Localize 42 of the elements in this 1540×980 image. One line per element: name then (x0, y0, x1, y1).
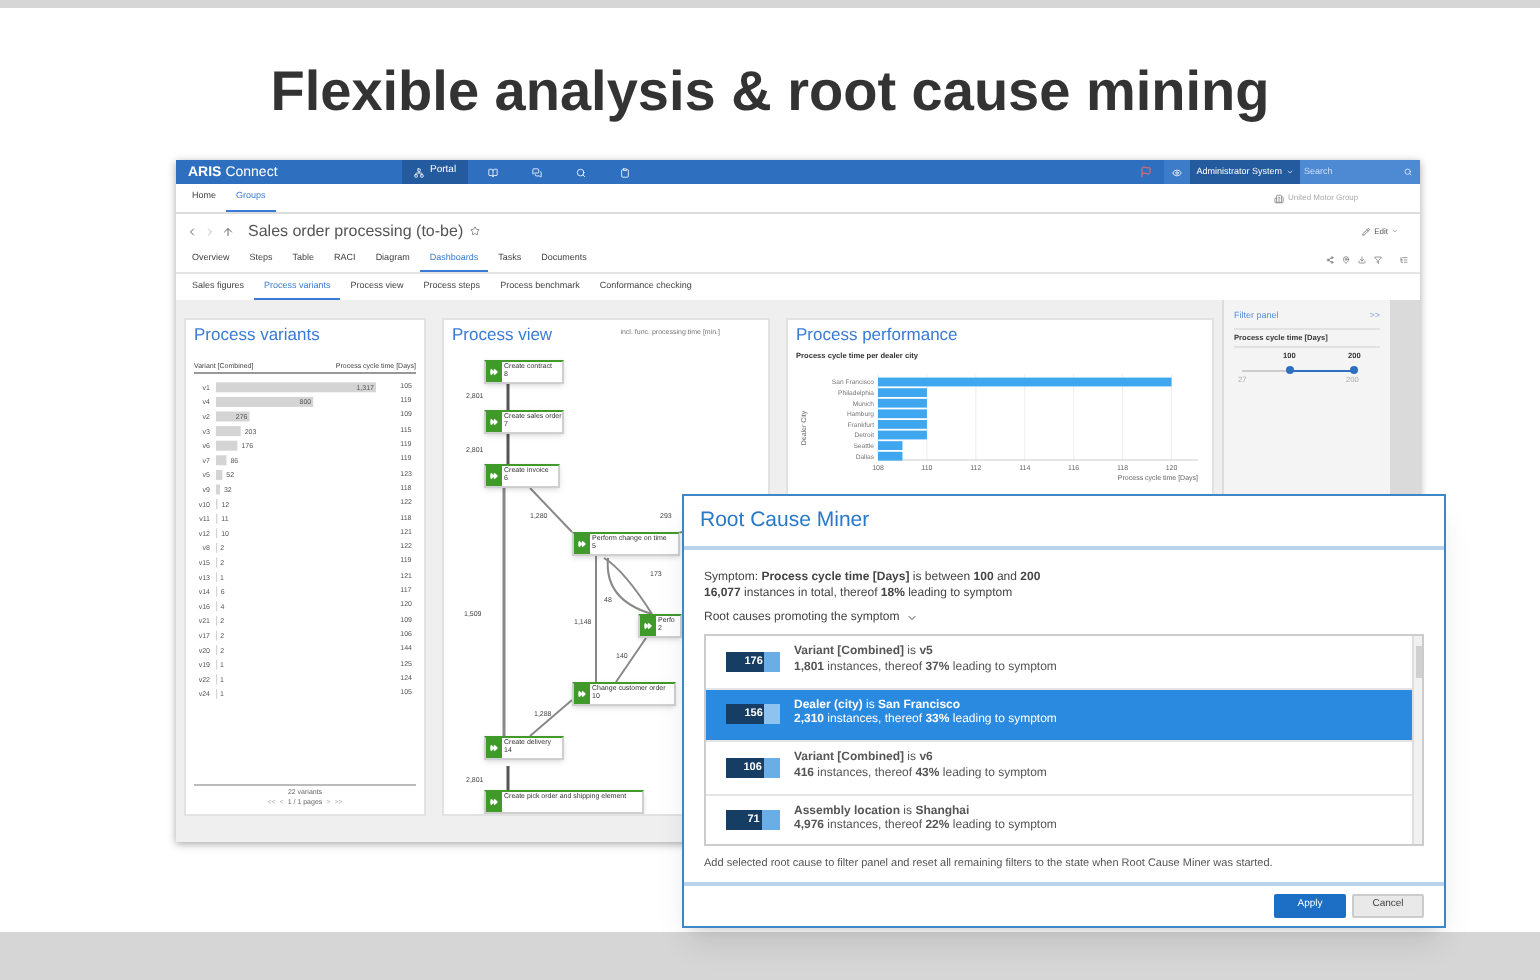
download-icon[interactable] (1358, 256, 1366, 264)
step-icon (490, 472, 498, 480)
up-icon[interactable] (222, 225, 234, 237)
pencil-icon (1362, 227, 1371, 235)
search-icon[interactable] (576, 167, 587, 177)
chart-bar (216, 455, 227, 466)
step-icon (490, 798, 498, 806)
step-icon (578, 690, 586, 698)
chart-bar (216, 426, 241, 437)
chart-bar (216, 469, 223, 480)
step-icon (578, 540, 586, 548)
step-icon (490, 418, 498, 426)
step-icon (490, 744, 498, 752)
slider-thumb[interactable] (1285, 366, 1294, 375)
range-slider[interactable] (1242, 366, 1354, 375)
filter-icon[interactable] (1374, 256, 1382, 264)
dialog-title: Root Cause Miner (700, 505, 870, 536)
star-icon[interactable] (469, 226, 480, 236)
card-title: Process variants (194, 326, 322, 343)
card-title: Process performance (796, 326, 960, 343)
chart-bar (216, 440, 238, 451)
search-icon[interactable] (1404, 168, 1412, 176)
eye-icon[interactable] (1172, 167, 1183, 177)
chart-bar (216, 396, 314, 407)
pin-icon[interactable] (1342, 256, 1350, 264)
card-title: Process view (452, 326, 553, 343)
step-icon (490, 368, 498, 376)
slide-title: Flexible analysis & root cause mining (268, 58, 1272, 126)
back-icon[interactable] (186, 225, 198, 237)
book-icon[interactable] (488, 167, 499, 177)
slider-thumb[interactable] (1350, 366, 1358, 375)
tree-icon[interactable] (1400, 256, 1408, 264)
page-title: Sales order processing (to-be) (248, 219, 464, 243)
share-icon[interactable] (1326, 256, 1334, 264)
network-icon (414, 167, 424, 177)
chevron-icon (905, 612, 918, 624)
building-icon (1274, 193, 1284, 203)
chat-icon[interactable] (532, 167, 543, 177)
chart-bar (216, 411, 250, 422)
clipboard-icon[interactable] (620, 167, 631, 177)
scrollbar[interactable] (1412, 636, 1422, 844)
step-icon (644, 622, 652, 630)
